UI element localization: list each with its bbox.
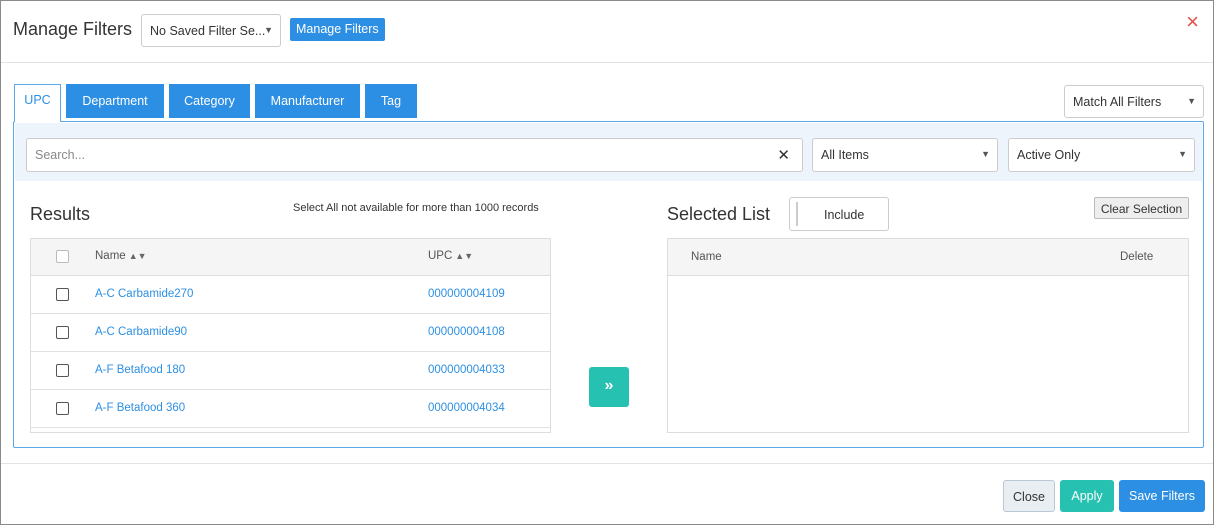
chevron-down-icon: ▼ [264,25,273,35]
column-header-name[interactable]: Name ▲▼ [95,250,147,262]
column-header-delete: Delete [1120,251,1154,263]
search-placeholder: Search... [35,148,86,162]
apply-button[interactable]: Apply [1060,480,1114,512]
chevron-down-icon: ▼ [1187,96,1196,106]
status-select[interactable]: Active Only ▼ [1008,138,1195,172]
tab-upc[interactable]: UPC [14,84,61,122]
tab-manufacturer[interactable]: Manufacturer [255,84,360,118]
double-chevron-right-icon: » [604,377,614,394]
row-name-link[interactable]: A-C Carbamide270 [95,288,193,300]
include-toggle[interactable]: Include [789,197,889,231]
include-toggle-label: Include [824,208,865,222]
table-row: A-C Carbamide270 000000004109 [31,276,550,314]
selected-grid: Name Delete [667,238,1189,433]
match-filters-value: Match All Filters [1073,95,1162,109]
column-header-upc[interactable]: UPC ▲▼ [428,250,473,262]
row-name-link[interactable]: A-C Carbamide90 [95,326,187,338]
selected-grid-header: Name Delete [668,239,1188,276]
manage-filters-button[interactable]: Manage Filters [290,18,385,41]
saved-filter-select[interactable]: No Saved Filter Se... ▼ [141,14,281,47]
chevron-down-icon: ▼ [981,149,990,159]
clear-search-icon[interactable]: ✕ [777,146,790,164]
filter-bar: Search... ✕ All Items ▼ Active Only ▼ [15,123,1202,181]
column-header-upc-label: UPC [428,250,453,262]
selected-list-title: Selected List [667,204,771,224]
search-input[interactable]: Search... ✕ [26,138,803,172]
row-checkbox[interactable] [56,402,69,415]
status-select-value: Active Only [1017,148,1081,162]
chevron-down-icon: ▼ [1178,149,1187,159]
row-name-link[interactable]: A-F Betafood 360 [95,402,185,414]
saved-filter-value: No Saved Filter Se... [150,24,266,38]
results-grid: Name ▲▼ UPC ▲▼ A-C Carbamide270 0000000041… [30,238,551,433]
row-checkbox[interactable] [56,288,69,301]
tab-category[interactable]: Category [169,84,250,118]
close-button[interactable]: Close [1003,480,1055,512]
row-upc-link[interactable]: 000000004109 [428,288,505,300]
sort-icon: ▲▼ [128,251,147,261]
table-row: A-F Betafood 360 000000004034 [31,390,550,428]
row-name-link[interactable]: A-F Betafood 180 [95,364,185,376]
filter-panel: Search... ✕ All Items ▼ Active Only ▼ Re… [13,121,1204,448]
row-checkbox[interactable] [56,326,69,339]
column-header-name-label: Name [95,250,126,262]
table-row: A-F Betafood 180 000000004033 [31,352,550,390]
row-upc-link[interactable]: 000000004034 [428,402,505,414]
results-title: Results [30,204,91,224]
row-checkbox[interactable] [56,364,69,377]
items-select[interactable]: All Items ▼ [812,138,998,172]
add-to-selected-button[interactable]: » [589,367,629,407]
column-header-name: Name [691,251,722,263]
footer-divider [1,463,1213,464]
items-select-value: All Items [821,148,869,162]
row-upc-link[interactable]: 000000004108 [428,326,505,338]
save-filters-button[interactable]: Save Filters [1119,480,1205,512]
table-row: A-C Carbamide90 000000004108 [31,314,550,352]
manage-filters-modal: Manage Filters No Saved Filter Se... ▼ M… [0,0,1214,525]
modal-header: Manage Filters No Saved Filter Se... ▼ M… [1,1,1213,63]
toggle-knob [796,202,798,226]
select-all-note: Select All not available for more than 1… [293,202,539,214]
sort-icon: ▲▼ [455,251,474,261]
row-upc-link[interactable]: 000000004033 [428,364,505,376]
tab-department[interactable]: Department [66,84,164,118]
modal-title: Manage Filters [13,19,133,39]
match-filters-select[interactable]: Match All Filters ▼ [1064,85,1204,118]
tab-tag[interactable]: Tag [365,84,417,118]
close-icon[interactable]: × [1186,9,1199,35]
results-grid-header: Name ▲▼ UPC ▲▼ [31,239,550,276]
clear-selection-button[interactable]: Clear Selection [1094,197,1189,219]
select-all-checkbox [56,250,69,263]
